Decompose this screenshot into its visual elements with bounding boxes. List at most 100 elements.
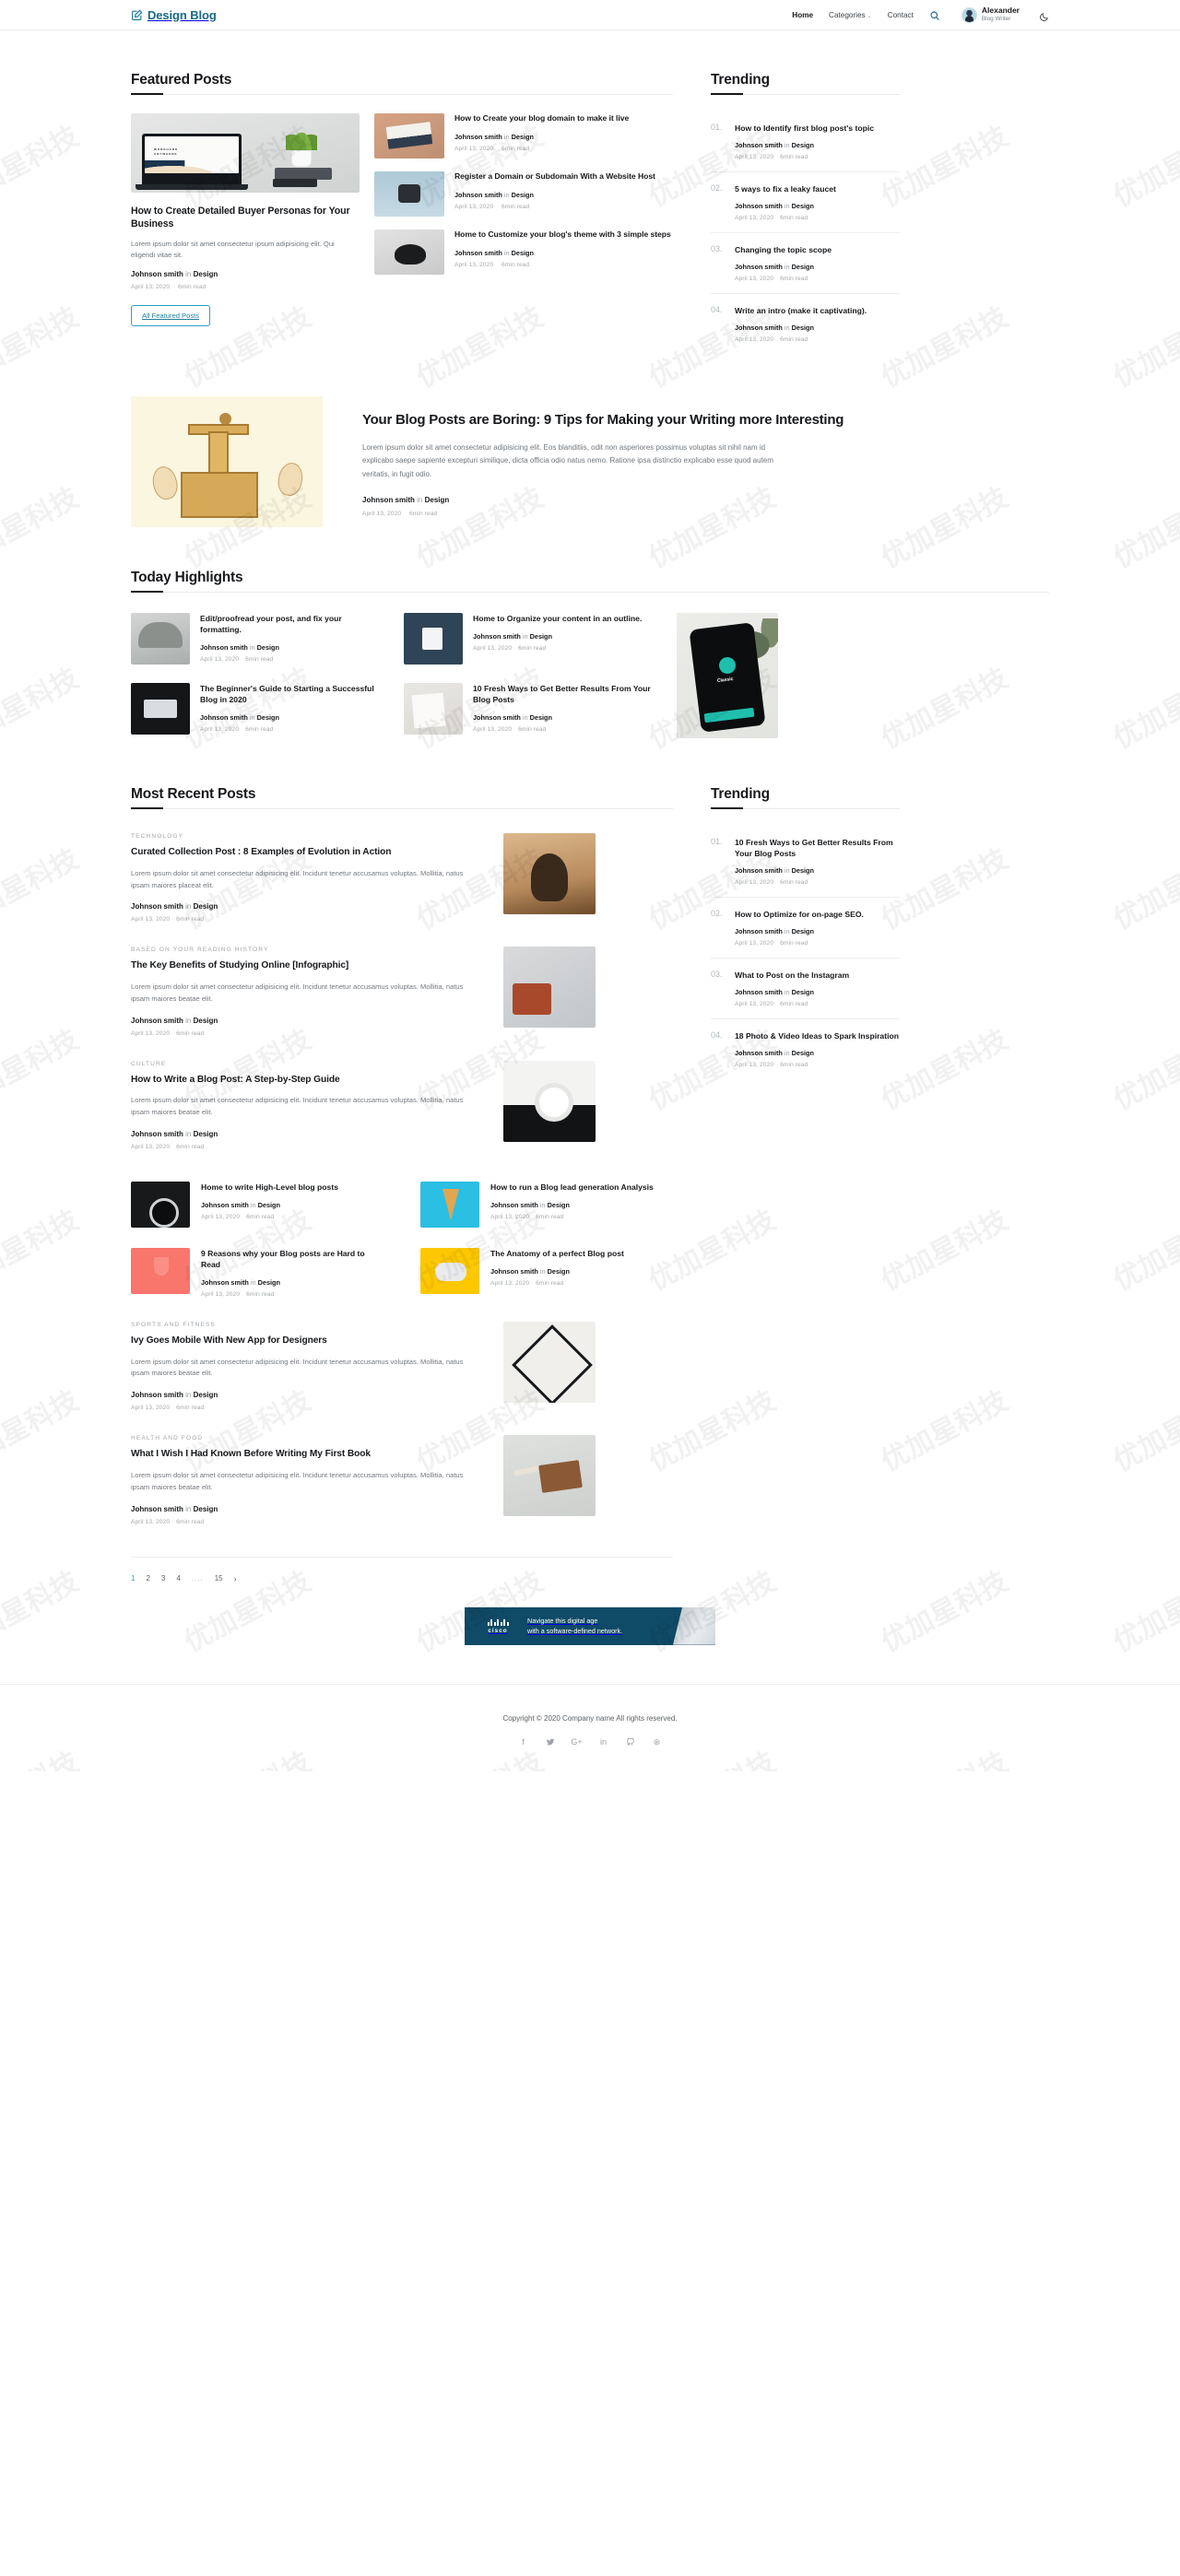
recent-post-row[interactable]: BASED ON YOUR READING HISTORY The Key Be… <box>131 947 673 1037</box>
trending-item[interactable]: 03. Changing the topic scope Johnson smi… <box>711 233 900 295</box>
dribbble-icon[interactable]: ⊛ <box>652 1737 662 1747</box>
author-name: Johnson smith <box>200 713 248 723</box>
category-name[interactable]: Design <box>194 270 218 278</box>
trending-item-title: 10 Fresh Ways to Get Better Results From… <box>735 838 893 859</box>
category-name[interactable]: Design <box>792 323 814 332</box>
post-excerpt: Lorem ipsum dolor sit amet consectetur a… <box>131 1096 464 1117</box>
small-card[interactable]: How to run a Blog lead generation Analys… <box>420 1182 673 1229</box>
highlight-item[interactable]: The Beginner's Guide to Starting a Succe… <box>131 683 380 735</box>
page-4[interactable]: 4 <box>176 1574 180 1582</box>
highlight-item[interactable]: Edit/proofread your post, and fix your f… <box>131 613 380 665</box>
highlight-item[interactable]: Home to Organize your content in an outl… <box>404 613 653 665</box>
trending-item[interactable]: 02. 5 ways to fix a leaky faucet Johnson… <box>711 172 900 234</box>
category-name[interactable]: Design <box>530 713 552 722</box>
category-name[interactable]: Design <box>194 1391 218 1399</box>
category-name[interactable]: Design <box>257 713 279 722</box>
recent-post-row[interactable]: HEALTH AND FOOD What I Wish I Had Known … <box>131 1435 673 1525</box>
category-name[interactable]: Design <box>792 263 814 271</box>
page-2[interactable]: 2 <box>146 1574 149 1582</box>
trending-item[interactable]: 01. 10 Fresh Ways to Get Better Results … <box>711 826 900 899</box>
category-name[interactable]: Design <box>194 1505 218 1513</box>
site-footer: Copyright © 2020 Company name All rights… <box>0 1683 1180 1771</box>
recent-post-row[interactable]: SPORTS AND FITNESS Ivy Goes Mobile With … <box>131 1322 673 1411</box>
category-name[interactable]: Design <box>792 866 814 875</box>
featured-list-item[interactable]: How to Create your blog domain to make i… <box>374 113 673 159</box>
next-page-icon[interactable]: › <box>234 1574 237 1583</box>
category-name[interactable]: Design <box>425 496 450 504</box>
nav-item-contact[interactable]: Contact <box>888 11 914 19</box>
trending-item-title: Write an intro (make it captivating). <box>735 306 867 316</box>
featured-item-meta: April 13, 2020 6min read <box>454 262 671 268</box>
author-name: Johnson smith <box>735 866 783 876</box>
post-date: April 13, 2020 <box>362 511 402 518</box>
category-name[interactable]: Design <box>792 202 814 210</box>
featured-main-byline: Johnson smith in Design <box>131 270 360 278</box>
twitter-icon[interactable] <box>545 1737 555 1747</box>
trending-item[interactable]: 02. How to Optimize for on-page SEO. Joh… <box>711 898 900 959</box>
trending-item[interactable]: 01. How to Identify first blog post's to… <box>711 112 900 173</box>
small-card[interactable]: 9 Reasons why your Blog posts are Hard t… <box>131 1248 384 1298</box>
category-name[interactable]: Design <box>548 1267 570 1276</box>
post-readtime: 6min read <box>176 1029 205 1037</box>
github-icon[interactable] <box>625 1737 635 1747</box>
category-name[interactable]: Design <box>194 1017 218 1025</box>
recent-post-row[interactable]: TECHNOLOGY Curated Collection Post : 8 E… <box>131 833 673 923</box>
user-menu[interactable]: Alexander Blog Writer <box>961 6 1020 23</box>
category-name[interactable]: Design <box>512 133 534 141</box>
category-name[interactable]: Design <box>548 1201 570 1209</box>
category-name[interactable]: Design <box>258 1278 280 1287</box>
page-last[interactable]: 15 <box>215 1574 223 1582</box>
gamepad-card <box>420 1248 479 1295</box>
post-date: April 13, 2020 <box>735 940 774 947</box>
featured-main-post[interactable]: WORKHARD ANYWHERE How to Create Detailed … <box>131 113 360 327</box>
trending-item[interactable]: 04. Write an intro (make it captivating)… <box>711 294 900 354</box>
search-icon[interactable] <box>929 9 940 20</box>
nav-item-home[interactable]: Home <box>792 11 813 19</box>
category-name[interactable]: Design <box>792 141 814 149</box>
highlight-meta: April 13, 2020 6min read <box>473 726 653 733</box>
category-name[interactable]: Design <box>792 988 814 996</box>
category-name[interactable]: Design <box>512 191 534 199</box>
linkedin-icon[interactable]: in <box>598 1737 608 1747</box>
page-3[interactable]: 3 <box>161 1574 165 1582</box>
post-date: April 13, 2020 <box>735 1001 774 1008</box>
cisco-ad-banner[interactable]: cisco Navigate this digital age with a s… <box>465 1606 715 1645</box>
post-date: April 13, 2020 <box>131 1405 171 1412</box>
featured-list-item[interactable]: Register a Domain or Subdomain With a We… <box>374 171 673 217</box>
category-name[interactable]: Design <box>194 902 218 911</box>
google-plus-icon[interactable]: G+ <box>571 1737 582 1747</box>
copyright-text: Copyright © 2020 Company name All rights… <box>502 1713 678 1723</box>
category-name[interactable]: Design <box>530 632 552 641</box>
nav-item-categories[interactable]: Categories ⌄ <box>829 11 872 19</box>
category-name[interactable]: Design <box>512 249 534 257</box>
trending-item-title: 18 Photo & Video Ideas to Spark Inspirat… <box>735 1031 899 1041</box>
nav-label-categories: Categories <box>829 10 866 19</box>
brand-logo[interactable]: Design Blog <box>131 8 217 22</box>
featured-list-item[interactable]: Home to Customize your blog's theme with… <box>374 229 673 275</box>
all-featured-posts-button[interactable]: All Featured Posts <box>131 305 211 327</box>
small-card[interactable]: The Anatomy of a perfect Blog post Johns… <box>420 1248 673 1298</box>
hero-feature[interactable]: Your Blog Posts are Boring: 9 Tips for M… <box>131 396 1049 528</box>
recent-post-row[interactable]: CULTURE How to Write a Blog Post: A Step… <box>131 1060 673 1150</box>
moon-icon[interactable] <box>1039 10 1049 21</box>
byline-in: in <box>784 1049 790 1058</box>
category-name[interactable]: Design <box>792 1049 814 1057</box>
post-date: April 13, 2020 <box>454 203 494 210</box>
category-name[interactable]: Design <box>194 1130 218 1138</box>
trending-item[interactable]: 03. What to Post on the Instagram Johnso… <box>711 959 900 1020</box>
card-meta: April 13, 2020 6min read <box>201 1291 384 1298</box>
trending-number: 01. <box>711 123 723 132</box>
category-name[interactable]: Design <box>257 643 279 652</box>
geometric-image <box>503 1322 596 1404</box>
category-name[interactable]: Design <box>792 927 814 935</box>
page-1[interactable]: 1 <box>131 1574 135 1582</box>
author-name: Johnson smith <box>454 132 502 141</box>
highlight-item[interactable]: 10 Fresh Ways to Get Better Results From… <box>404 683 653 735</box>
post-readtime: 6min read <box>780 940 808 947</box>
facebook-icon[interactable]: f <box>518 1737 528 1747</box>
trending-item[interactable]: 04. 18 Photo & Video Ideas to Spark Insp… <box>711 1019 900 1079</box>
trending-item-meta: April 13, 2020 6min read <box>735 1062 899 1068</box>
small-card[interactable]: Home to write High-Level blog posts John… <box>131 1182 384 1229</box>
category-name[interactable]: Design <box>258 1201 280 1209</box>
trending-item-meta: April 13, 2020 6min read <box>735 1001 849 1007</box>
